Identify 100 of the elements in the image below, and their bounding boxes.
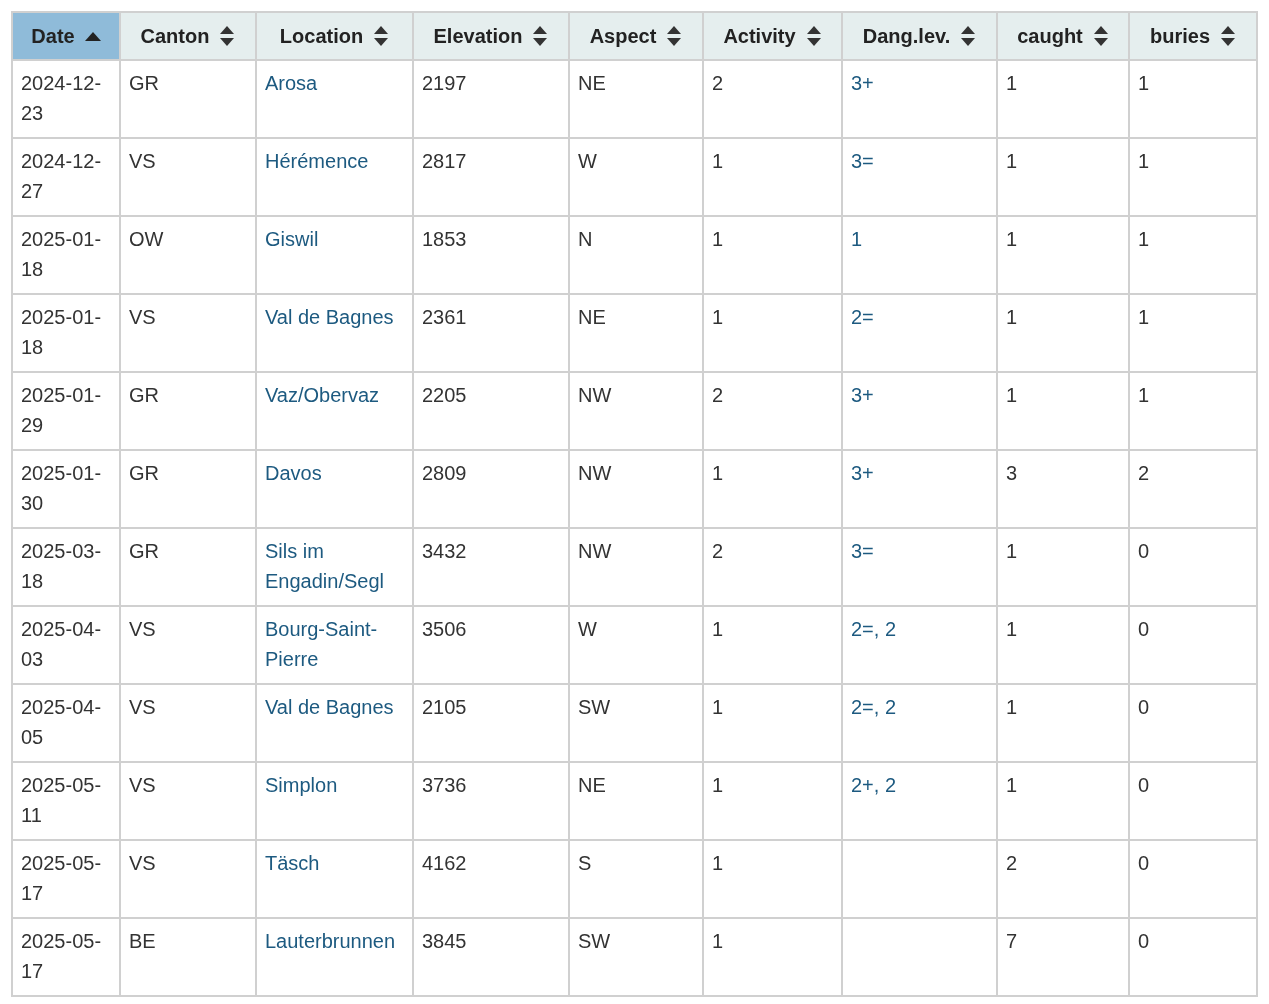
- location-link[interactable]: Täsch: [265, 848, 320, 878]
- table-cell: NW: [569, 528, 703, 606]
- column-label: Aspect: [589, 24, 657, 48]
- table-cell: 2205: [413, 372, 569, 450]
- danger-level-link[interactable]: 1: [851, 224, 863, 254]
- table-cell: 1: [997, 60, 1129, 138]
- table-cell: 2025-05-17: [12, 840, 120, 918]
- table-cell: 1: [1129, 216, 1257, 294]
- table-cell: VS: [120, 684, 256, 762]
- table-cell: GR: [120, 372, 256, 450]
- danger-level-link[interactable]: 3=: [851, 146, 874, 176]
- danger-level-link[interactable]: 2=, 2: [851, 692, 897, 722]
- column-label: Date: [31, 24, 75, 48]
- table-cell: 1: [703, 918, 842, 996]
- danger-level-link[interactable]: 3+: [851, 458, 874, 488]
- table-cell: 3845: [413, 918, 569, 996]
- sort-icon: [666, 26, 683, 46]
- column-label: Location: [279, 24, 364, 48]
- table-cell: 1: [703, 840, 842, 918]
- table-cell: 2: [703, 60, 842, 138]
- table-cell: 1: [1129, 294, 1257, 372]
- table-cell: 1: [1129, 138, 1257, 216]
- table-cell: GR: [120, 60, 256, 138]
- column-label: caught: [1017, 24, 1083, 48]
- table-cell: 0: [1129, 762, 1257, 840]
- table-cell: 1853: [413, 216, 569, 294]
- column-header[interactable]: Canton: [120, 12, 256, 60]
- column-header[interactable]: Dang.lev.: [842, 12, 997, 60]
- danger-level-link[interactable]: 2=, 2: [851, 614, 897, 644]
- table-cell: 2025-05-17: [12, 918, 120, 996]
- column-header[interactable]: Location: [256, 12, 413, 60]
- table-cell: NE: [569, 60, 703, 138]
- table-cell: 2025-05-11: [12, 762, 120, 840]
- table-cell: NW: [569, 450, 703, 528]
- table-cell: 2361: [413, 294, 569, 372]
- column-header[interactable]: Date: [12, 12, 120, 60]
- sort-icon: [219, 26, 236, 46]
- danger-level-link[interactable]: 2=: [851, 302, 874, 332]
- table-cell: NE: [569, 762, 703, 840]
- table-cell: 1: [703, 450, 842, 528]
- table-cell: VS: [120, 762, 256, 840]
- danger-level-link[interactable]: 3+: [851, 68, 874, 98]
- table-cell: SW: [569, 684, 703, 762]
- table-cell: 4162: [413, 840, 569, 918]
- location-link[interactable]: Simplon: [265, 770, 338, 800]
- sort-icon: [532, 26, 549, 46]
- sort-icon: [373, 26, 390, 46]
- location-link[interactable]: Arosa: [265, 68, 318, 98]
- column-header[interactable]: Elevation: [413, 12, 569, 60]
- table-cell: 3: [997, 450, 1129, 528]
- table-cell: 2817: [413, 138, 569, 216]
- table-cell: 0: [1129, 528, 1257, 606]
- table-cell: 1: [997, 372, 1129, 450]
- table-cell: 2025-01-29: [12, 372, 120, 450]
- table-cell: 2024-12-23: [12, 60, 120, 138]
- table-cell: 2024-12-27: [12, 138, 120, 216]
- table-cell: 2025-04-05: [12, 684, 120, 762]
- danger-level-link[interactable]: 3+: [851, 380, 874, 410]
- sort-ascending-icon: [84, 31, 101, 41]
- table-cell: 2197: [413, 60, 569, 138]
- table-cell: 2: [703, 528, 842, 606]
- table-cell: 2025-01-18: [12, 216, 120, 294]
- sort-icon: [805, 26, 822, 46]
- column-label: Activity: [723, 24, 796, 48]
- table-cell: 2: [1129, 450, 1257, 528]
- table-cell: 3432: [413, 528, 569, 606]
- table-cell: 2105: [413, 684, 569, 762]
- table-cell: 2025-01-30: [12, 450, 120, 528]
- table-cell: BE: [120, 918, 256, 996]
- danger-level-link[interactable]: 2+, 2: [851, 770, 897, 800]
- table-cell: N: [569, 216, 703, 294]
- table-cell: NE: [569, 294, 703, 372]
- table-cell: 1: [703, 684, 842, 762]
- location-link[interactable]: Davos: [265, 458, 322, 488]
- danger-level-link[interactable]: 3=: [851, 536, 874, 566]
- table-cell: GR: [120, 450, 256, 528]
- table-cell: 1: [703, 762, 842, 840]
- table-cell: 1: [997, 216, 1129, 294]
- table-cell: W: [569, 138, 703, 216]
- column-label: Elevation: [433, 24, 523, 48]
- column-header[interactable]: Activity: [703, 12, 842, 60]
- column-label: Canton: [140, 24, 210, 48]
- column-header[interactable]: Aspect: [569, 12, 703, 60]
- table-cell: 2809: [413, 450, 569, 528]
- sort-icon: [1220, 26, 1236, 46]
- table-cell: 1: [997, 684, 1129, 762]
- table-cell: 1: [703, 606, 842, 684]
- table-cell: 3736: [413, 762, 569, 840]
- table-cell: 1: [1129, 372, 1257, 450]
- table-cell: 0: [1129, 840, 1257, 918]
- table-cell: VS: [120, 606, 256, 684]
- table-cell: 1: [703, 294, 842, 372]
- column-header[interactable]: buries: [1129, 12, 1257, 60]
- location-link[interactable]: Giswil: [265, 224, 319, 254]
- table-cell: SW: [569, 918, 703, 996]
- table-cell: W: [569, 606, 703, 684]
- column-header[interactable]: caught: [997, 12, 1129, 60]
- table-cell: 2025-03-18: [12, 528, 120, 606]
- table-cell: 0: [1129, 684, 1257, 762]
- table-cell: 1: [997, 294, 1129, 372]
